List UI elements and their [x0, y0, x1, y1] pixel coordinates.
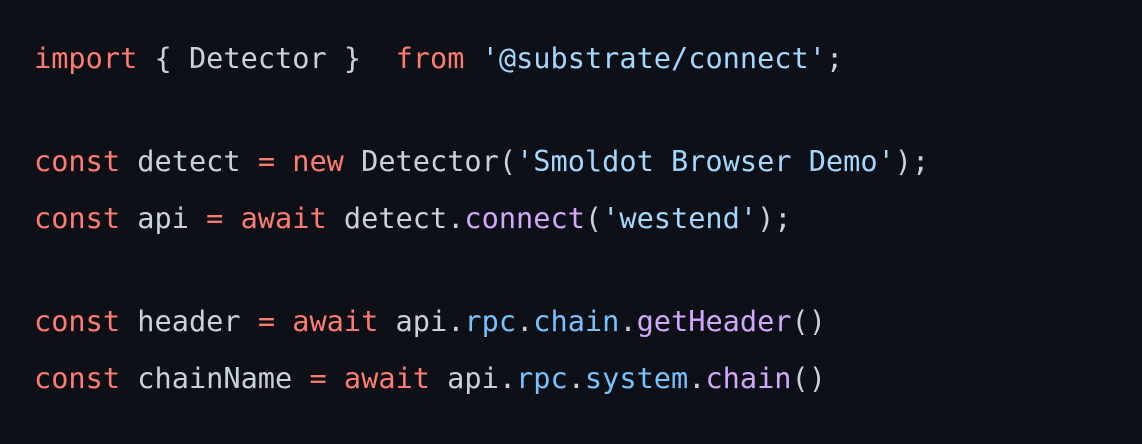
operator-assign: = — [206, 201, 224, 235]
keyword-const: const — [34, 361, 121, 395]
property-rpc: rpc — [464, 304, 517, 338]
code-token: ); — [757, 201, 792, 235]
string-app-name: 'Smoldot Browser Demo' — [516, 144, 895, 178]
code-block: import { Detector } from '@substrate/con… — [0, 0, 1142, 444]
identifier-api: api. — [378, 304, 465, 338]
operator-assign: = — [257, 304, 276, 338]
code-token: ; — [825, 41, 844, 75]
code-token: { — [137, 41, 189, 75]
property-chain: chain — [533, 304, 620, 338]
code-token: . — [516, 304, 534, 338]
identifier-detector: Detector — [188, 41, 327, 75]
keyword-import: import — [34, 41, 138, 75]
string-module-path: '@substrate/connect' — [481, 41, 826, 75]
code-line-api: const api = await detect.connect('westen… — [34, 190, 1142, 247]
code-line-chain-name: const chainName = await api.rpc.system.c… — [34, 350, 1142, 407]
code-token: . — [619, 304, 637, 338]
identifier-detect: detect — [120, 144, 258, 178]
identifier-detect: detect. — [326, 201, 465, 235]
keyword-const: const — [34, 201, 121, 235]
keyword-const: const — [34, 304, 121, 338]
property-rpc: rpc — [516, 361, 568, 395]
function-get-header: getHeader — [636, 304, 792, 338]
keyword-new: new — [292, 144, 344, 178]
identifier-header: header — [120, 304, 258, 338]
keyword-await: await — [292, 304, 379, 338]
string-chain-name: 'westend' — [602, 201, 758, 235]
code-token: . — [688, 361, 706, 395]
operator-assign: = — [309, 361, 327, 395]
keyword-await: await — [240, 201, 327, 235]
operator-assign: = — [257, 144, 276, 178]
code-token: () — [791, 304, 826, 338]
code-line-header: const header = await api.rpc.chain.getHe… — [34, 293, 1142, 350]
code-token: . — [567, 361, 585, 395]
keyword-from: from — [395, 41, 465, 75]
code-token: () — [791, 361, 826, 395]
property-system: system — [584, 361, 689, 395]
code-line-detect: const detect = new Detector('Smoldot Bro… — [34, 133, 1142, 190]
identifier-chain-name: chainName — [120, 361, 310, 395]
keyword-await: await — [343, 361, 430, 395]
code-token: ( — [584, 201, 603, 235]
code-line-import: import { Detector } from '@substrate/con… — [34, 30, 1142, 87]
function-connect: connect — [464, 201, 585, 235]
code-token: ); — [894, 144, 930, 178]
keyword-const: const — [34, 144, 121, 178]
identifier-api: api. — [429, 361, 517, 395]
function-chain: chain — [705, 361, 792, 395]
code-token: } — [326, 41, 396, 75]
constructor-call: Detector( — [343, 144, 517, 178]
identifier-api: api — [120, 201, 207, 235]
